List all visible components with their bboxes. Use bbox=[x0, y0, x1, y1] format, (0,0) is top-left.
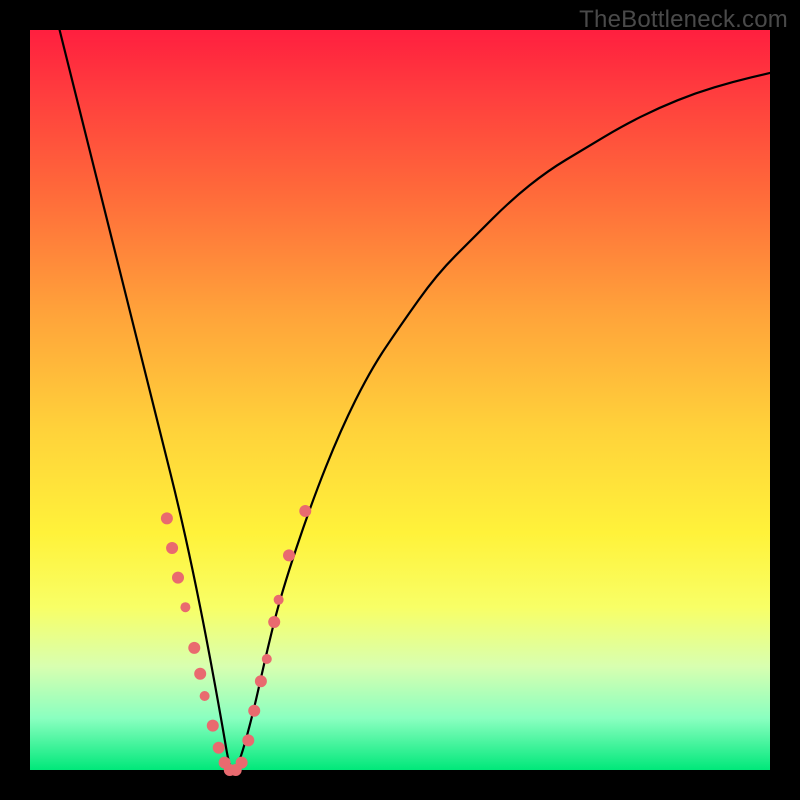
curve-marker bbox=[161, 512, 173, 524]
curve-marker bbox=[166, 542, 178, 554]
curve-marker bbox=[299, 505, 311, 517]
curve-marker bbox=[200, 691, 210, 701]
curve-marker bbox=[172, 572, 184, 584]
curve-marker bbox=[268, 616, 280, 628]
curve-marker bbox=[213, 742, 225, 754]
curve-marker bbox=[242, 734, 254, 746]
curve-marker bbox=[180, 602, 190, 612]
curve-marker bbox=[262, 654, 272, 664]
curve-marker bbox=[207, 720, 219, 732]
curve-marker bbox=[274, 595, 284, 605]
curve-marker bbox=[236, 757, 248, 769]
curve-marker bbox=[255, 675, 267, 687]
bottleneck-curve-svg bbox=[30, 30, 770, 770]
curve-marker bbox=[283, 549, 295, 561]
bottleneck-curve-path bbox=[60, 30, 770, 770]
curve-marker bbox=[188, 642, 200, 654]
curve-marker bbox=[194, 668, 206, 680]
curve-marker bbox=[248, 705, 260, 717]
curve-markers bbox=[161, 505, 311, 776]
